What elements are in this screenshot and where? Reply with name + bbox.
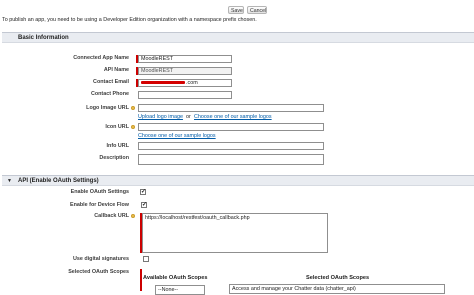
logo-help-icon[interactable] [131,106,135,110]
api-name-input[interactable]: MoodleREST [138,67,232,75]
info-url-input[interactable] [138,142,324,150]
cancel-button[interactable]: Cancel [247,6,267,14]
logo-image-url-label: Logo Image URL [86,105,129,111]
choose-sample-icons-link[interactable]: Choose one of our sample logos [138,133,216,139]
redaction-mark [141,81,185,84]
callback-help-icon[interactable] [131,214,135,218]
collapse-triangle-icon[interactable]: ▼ [7,176,12,187]
digital-signatures-checkbox[interactable] [143,256,149,262]
available-scope-option[interactable]: --None-- [158,287,178,293]
digital-signatures-label: Use digital signatures [72,256,129,262]
selected-scopes-label: Selected OAuth Scopes [68,269,129,275]
logo-image-url-input[interactable] [138,104,324,112]
api-oauth-title: API (Enable OAuth Settings) [18,178,99,184]
description-label: Description [99,155,129,161]
icon-url-label: Icon URL [105,124,129,130]
connected-app-name-label: Connected App Name [73,55,129,61]
callback-url-label: Callback URL [94,213,129,219]
choose-sample-logos-link[interactable]: Choose one of our sample logos [194,114,272,120]
description-input[interactable] [138,154,324,165]
info-url-label: Info URL [106,143,129,149]
icon-help-icon[interactable] [131,125,135,129]
contact-phone-label: Contact Phone [90,91,129,97]
required-indicator [140,269,142,291]
available-scopes-header: Available OAuth Scopes [143,275,208,281]
device-flow-checkbox[interactable]: ✓ [141,202,147,208]
publish-notice: To publish an app, you need to be using … [2,17,257,23]
device-flow-label: Enable for Device Flow [69,202,129,208]
enable-oauth-checkbox[interactable]: ✓ [140,189,146,195]
contact-email-label: Contact Email [93,79,129,85]
basic-information-title: Basic Information [18,35,69,41]
selected-scopes-list[interactable]: Access and manage your Chatter data (cha… [229,284,445,294]
contact-email-value: .com [186,80,198,86]
selected-scopes-header: Selected OAuth Scopes [306,275,370,281]
enable-oauth-label: Enable OAuth Settings [70,189,129,195]
or-text: or [186,114,191,120]
icon-url-input[interactable] [138,123,324,131]
available-scopes-list[interactable]: --None-- [155,285,205,295]
selected-scope-option[interactable]: Access and manage your Chatter data (cha… [232,286,356,292]
api-oauth-header[interactable]: ▼ API (Enable OAuth Settings) [2,175,474,186]
save-button[interactable]: Save [228,6,244,14]
callback-url-textarea[interactable]: https://localhost/restfest/oauth_callbac… [142,213,328,253]
connected-app-name-input[interactable]: MoodleREST [138,55,232,63]
upload-logo-link[interactable]: Upload logo image [138,114,183,120]
basic-information-header: Basic Information [2,32,474,43]
contact-phone-input[interactable] [138,91,232,99]
api-name-label: API Name [103,67,129,73]
